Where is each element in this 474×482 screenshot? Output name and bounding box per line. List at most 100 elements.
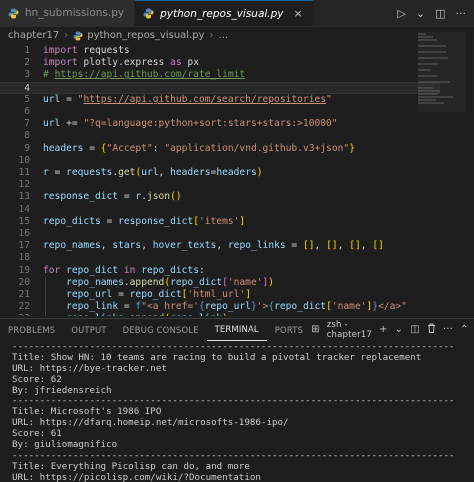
code-line[interactable]: 1 import requests bbox=[0, 45, 440, 57]
chevron-down-icon[interactable]: ⌄ bbox=[416, 7, 425, 20]
code-line[interactable]: 7 url += "?q=language:python+sort:stars+s… bbox=[0, 118, 440, 130]
minimap-line bbox=[418, 45, 446, 47]
breadcrumb-folder[interactable]: chapter17 bbox=[8, 30, 59, 41]
code-text: repo_names, stars, hover_texts, repo_lin… bbox=[43, 240, 384, 252]
breadcrumb-more[interactable]: ... bbox=[219, 30, 229, 41]
close-icon[interactable]: × bbox=[294, 7, 303, 20]
minimap-line bbox=[418, 96, 453, 98]
tab-debug-console[interactable]: DEBUG CONSOLE bbox=[115, 319, 207, 341]
line-number: 2 bbox=[24, 57, 30, 69]
panel-tab-bar: PROBLEMS OUTPUT DEBUG CONSOLE TERMINAL P… bbox=[0, 318, 474, 341]
tab-python-repos-visual[interactable]: python_repos_visual.py × bbox=[135, 0, 314, 26]
python-file-icon bbox=[8, 8, 19, 19]
line-number: 11 bbox=[18, 167, 30, 178]
code-text: repo_link = f"<a href='{repo_url}'>{repo… bbox=[66, 301, 407, 313]
indent-guide bbox=[45, 301, 46, 314]
split-editor-icon[interactable]: ◫ bbox=[435, 7, 445, 20]
line-number: 12 bbox=[18, 179, 30, 191]
line-number: 8 bbox=[24, 130, 30, 142]
code-line[interactable]: 2 import plotly.express as px bbox=[0, 57, 440, 69]
chevron-right-icon: › bbox=[209, 30, 214, 41]
line-number: 16 bbox=[18, 228, 30, 239]
trash-icon[interactable] bbox=[427, 323, 436, 336]
code-line[interactable]: 11 r = requests.get(url, headers=headers) bbox=[0, 167, 440, 179]
minimap-line bbox=[418, 36, 433, 38]
breadcrumb-file[interactable]: python_repos_visual.py bbox=[87, 30, 204, 41]
line-number: 19 bbox=[18, 264, 30, 276]
code-text: # https://api.github.com/rate_limit bbox=[43, 69, 246, 81]
code-text: import plotly.express as px bbox=[43, 57, 199, 69]
run-icon[interactable]: ▷ bbox=[397, 7, 405, 20]
line-number: 7 bbox=[24, 118, 30, 130]
code-line[interactable]: 3 # https://api.github.com/rate_limit bbox=[0, 69, 440, 81]
code-text: repo_names.append(repo_dict['name']) bbox=[66, 276, 275, 288]
code-line[interactable]: 21 repo_url = repo_dict['html_url'] bbox=[0, 289, 440, 301]
line-number: 9 bbox=[24, 142, 30, 154]
line-number: 15 bbox=[18, 215, 30, 227]
add-terminal-icon[interactable]: + bbox=[379, 324, 388, 335]
tab-hn-submissions[interactable]: hn_submissions.py bbox=[0, 0, 136, 26]
python-file-icon bbox=[73, 30, 83, 41]
code-line[interactable]: 13 response_dict = r.json() bbox=[0, 191, 440, 203]
tab-output[interactable]: OUTPUT bbox=[63, 319, 114, 341]
minimap-line bbox=[418, 102, 444, 104]
code-line[interactable]: 23 repo_links.append(repo_link) bbox=[0, 313, 440, 316]
code-line[interactable]: 5 url = "https://api.github.com/search/re… bbox=[0, 94, 440, 106]
code-line[interactable]: 10 bbox=[0, 155, 440, 167]
code-text: repo_dicts = response_dict['items'] bbox=[43, 215, 246, 227]
code-line[interactable]: 4 bbox=[0, 81, 440, 94]
terminal-line: URL: https://bye-tracker.net bbox=[12, 362, 167, 374]
tab-problems[interactable]: PROBLEMS bbox=[0, 319, 63, 341]
editor-tab-bar: hn_submissions.py python_repos_visual.py… bbox=[0, 0, 474, 27]
code-line[interactable]: 9 headers = {"Accept": "application/vnd.g… bbox=[0, 143, 440, 155]
tab-label: hn_submissions.py bbox=[25, 7, 125, 19]
code-line[interactable]: 17 repo_names, stars, hover_texts, repo_l… bbox=[0, 240, 440, 252]
terminal-shell-name[interactable]: zsh - chapter17 bbox=[327, 320, 372, 340]
minimap-line bbox=[418, 51, 447, 53]
code-text: url = "https://api.github.com/search/rep… bbox=[43, 93, 332, 105]
code-line[interactable]: 18 bbox=[0, 252, 440, 264]
minimap-line bbox=[418, 63, 439, 65]
chevron-down-icon[interactable]: ⌄ bbox=[395, 324, 404, 335]
line-number: 10 bbox=[18, 154, 30, 166]
more-actions-icon[interactable]: ··· bbox=[456, 7, 467, 20]
code-text: headers = {"Accept": "application/vnd.gi… bbox=[43, 142, 355, 154]
code-line[interactable]: 20 repo_names.append(repo_dict['name']) bbox=[0, 276, 440, 289]
code-line[interactable]: 6 bbox=[0, 106, 440, 118]
minimap-line bbox=[418, 57, 448, 59]
code-line[interactable]: 19 for repo_dict in repo_dicts: bbox=[0, 265, 440, 277]
line-number: 4 bbox=[24, 82, 30, 94]
minimap-line bbox=[418, 39, 438, 41]
code-line[interactable]: 16 bbox=[0, 228, 440, 240]
code-line[interactable]: 15 repo_dicts = response_dict['items'] bbox=[0, 216, 440, 228]
indent-guide bbox=[45, 289, 46, 301]
line-number: 1 bbox=[24, 45, 30, 56]
code-text: repo_links.append(repo_link) bbox=[43, 313, 228, 316]
line-number: 22 bbox=[18, 301, 30, 313]
maximize-panel-icon[interactable]: ⌃ bbox=[460, 324, 469, 335]
line-number: 20 bbox=[18, 276, 30, 288]
code-line[interactable]: 8 bbox=[0, 130, 440, 142]
line-number: 5 bbox=[24, 93, 30, 105]
minimap-line bbox=[418, 75, 438, 77]
indent-guide bbox=[45, 276, 46, 289]
code-text: import requests bbox=[43, 45, 130, 56]
split-terminal-icon[interactable]: ◫ bbox=[410, 324, 420, 335]
code-editor[interactable]: 1 import requests 2 import plotly.express a… bbox=[0, 44, 474, 316]
code-line[interactable]: 12 bbox=[0, 179, 440, 191]
code-line[interactable]: 22 repo_link = f"<a href='{repo_url}'>{r… bbox=[0, 301, 440, 314]
terminal-line: URL: https://dfarq.homeip.net/microsofts… bbox=[12, 417, 289, 429]
code-text: for repo_dict in repo_dicts: bbox=[43, 264, 205, 276]
terminal-icon[interactable]: ⊞ bbox=[311, 324, 320, 335]
tab-label: python_repos_visual.py bbox=[160, 7, 284, 20]
line-number: 21 bbox=[18, 289, 30, 300]
minimap[interactable] bbox=[418, 32, 466, 112]
tab-ports[interactable]: PORTS bbox=[267, 319, 311, 341]
terminal-output[interactable]: ----------------------------------------… bbox=[0, 342, 474, 482]
line-number: 6 bbox=[24, 106, 30, 117]
minimap-line bbox=[418, 69, 432, 71]
more-actions-icon[interactable]: ··· bbox=[443, 324, 453, 335]
code-line[interactable]: 14 bbox=[0, 204, 440, 216]
code-text: repo_url = repo_dict['html_url'] bbox=[66, 289, 251, 300]
tab-terminal[interactable]: TERMINAL bbox=[206, 319, 267, 341]
